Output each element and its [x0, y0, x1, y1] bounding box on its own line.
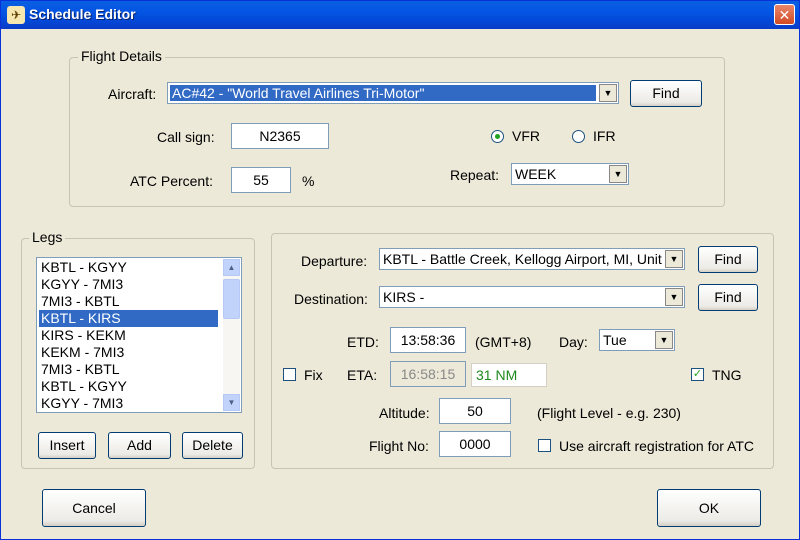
list-item[interactable]: KIRS - KEKM — [39, 327, 218, 344]
atc-percent-label: ATC Percent: — [130, 173, 213, 189]
list-item[interactable]: KGYY - 7MI3 — [39, 395, 218, 412]
destination-select-value: KIRS - — [383, 289, 425, 305]
list-item[interactable]: 7MI3 - KBTL — [39, 361, 218, 378]
day-select-value: Tue — [603, 332, 627, 348]
app-icon: ✈ — [7, 6, 25, 24]
flight-number-input[interactable]: 0000 — [439, 431, 511, 457]
aircraft-find-button[interactable]: Find — [630, 80, 702, 107]
chevron-down-icon[interactable]: ▼ — [665, 288, 683, 306]
destination-find-button[interactable]: Find — [698, 284, 758, 311]
eta-label: ETA: — [347, 367, 378, 383]
tng-checkbox[interactable]: ✓ — [691, 368, 704, 381]
list-item[interactable]: KBTL - KGYY — [39, 378, 218, 395]
departure-select-value: KBTL - Battle Creek, Kellogg Airport, MI… — [383, 251, 662, 267]
legs-list[interactable]: KBTL - KGYY KGYY - 7MI3 7MI3 - KBTL KBTL… — [36, 257, 242, 413]
departure-label: Departure: — [301, 253, 368, 269]
delete-button[interactable]: Delete — [182, 432, 243, 459]
list-item[interactable]: KEKM - 7MI3 — [39, 344, 218, 361]
timezone-label: (GMT+8) — [475, 334, 532, 350]
altitude-label: Altitude: — [379, 405, 430, 421]
fix-checkbox[interactable] — [283, 368, 296, 381]
title-bar[interactable]: ✈ Schedule Editor ✕ — [1, 1, 799, 29]
use-registration-label[interactable]: Use aircraft registration for ATC — [559, 438, 754, 454]
scroll-up-icon[interactable]: ▲ — [223, 259, 240, 276]
repeat-select[interactable]: WEEK ▼ — [511, 163, 629, 185]
destination-select[interactable]: KIRS - ▼ — [379, 286, 685, 308]
schedule-editor-window: ✈ Schedule Editor ✕ Flight Details Aircr… — [0, 0, 800, 540]
distance-readout: 31 NM — [471, 363, 547, 387]
etd-label: ETD: — [347, 334, 379, 350]
list-item[interactable]: 7MI3 - KBTL — [39, 293, 218, 310]
scroll-thumb[interactable] — [223, 279, 240, 319]
chevron-down-icon[interactable]: ▼ — [599, 84, 617, 102]
ifr-radio[interactable] — [572, 130, 585, 143]
departure-select[interactable]: KBTL - Battle Creek, Kellogg Airport, MI… — [379, 248, 685, 270]
callsign-input[interactable]: N2365 — [231, 123, 329, 149]
vfr-radio[interactable] — [491, 130, 504, 143]
chevron-down-icon[interactable]: ▼ — [609, 165, 627, 183]
ok-button[interactable]: OK — [657, 489, 761, 527]
etd-input[interactable]: 13:58:36 — [390, 327, 466, 353]
list-item-selected[interactable]: KBTL - KIRS — [39, 310, 218, 327]
aircraft-label: Aircraft: — [108, 86, 157, 102]
repeat-select-value: WEEK — [515, 166, 557, 182]
legs-legend: Legs — [29, 229, 66, 245]
callsign-label: Call sign: — [157, 129, 215, 145]
altitude-input[interactable]: 50 — [439, 398, 511, 424]
flight-details-legend: Flight Details — [78, 48, 165, 64]
ifr-label[interactable]: IFR — [593, 128, 616, 144]
list-item[interactable]: KGYY - 7MI3 — [39, 276, 218, 293]
scroll-down-icon[interactable]: ▼ — [223, 394, 240, 411]
close-button[interactable]: ✕ — [774, 4, 795, 25]
chevron-down-icon[interactable]: ▼ — [665, 250, 683, 268]
window-title: Schedule Editor — [29, 6, 136, 22]
cancel-button[interactable]: Cancel — [42, 489, 146, 527]
flight-number-label: Flight No: — [369, 438, 429, 454]
atc-percent-input[interactable]: 55 — [231, 167, 291, 193]
fix-label[interactable]: Fix — [304, 367, 323, 383]
insert-button[interactable]: Insert — [38, 432, 96, 459]
list-item[interactable]: KBTL - KGYY — [39, 259, 218, 276]
aircraft-select-value: AC#42 - "World Travel Airlines Tri-Motor… — [170, 85, 596, 101]
destination-label: Destination: — [294, 291, 368, 307]
radio-selected-dot — [495, 134, 500, 139]
add-button[interactable]: Add — [108, 432, 171, 459]
chevron-down-icon[interactable]: ▼ — [655, 331, 673, 349]
day-label: Day: — [559, 334, 588, 350]
vfr-label[interactable]: VFR — [512, 128, 540, 144]
eta-input: 16:58:15 — [390, 361, 466, 387]
day-select[interactable]: Tue ▼ — [599, 329, 675, 351]
use-registration-checkbox[interactable] — [538, 439, 551, 452]
aircraft-select[interactable]: AC#42 - "World Travel Airlines Tri-Motor… — [167, 82, 619, 104]
altitude-hint: (Flight Level - e.g. 230) — [537, 405, 681, 421]
atc-percent-unit: % — [302, 173, 315, 189]
tng-label[interactable]: TNG — [712, 367, 742, 383]
repeat-label: Repeat: — [450, 167, 500, 183]
departure-find-button[interactable]: Find — [698, 246, 758, 273]
legs-scrollbar[interactable]: ▲ ▼ — [223, 259, 240, 411]
